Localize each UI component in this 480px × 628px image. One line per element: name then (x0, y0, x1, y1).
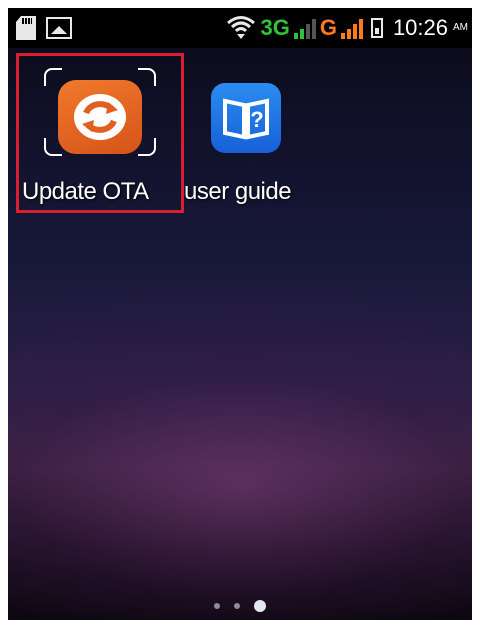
page-indicator[interactable] (8, 592, 472, 620)
book-question-icon: ? (223, 98, 269, 140)
user-guide-label: user guide (184, 178, 292, 205)
home-screen: 3G G 10:26 AM Update OTA ? user guide (8, 8, 472, 620)
wifi-icon (227, 16, 256, 39)
update-ota-label: Update OTA (22, 178, 149, 205)
network-g-label: G (319, 15, 337, 40)
page-dot[interactable] (214, 603, 220, 609)
user-guide-app-icon[interactable]: ? (211, 83, 281, 153)
update-ota-app-icon[interactable] (58, 80, 142, 154)
signal-icon (340, 17, 363, 39)
page-dot-active[interactable] (254, 600, 266, 612)
status-am-pm: AM (453, 22, 468, 33)
sd-card-icon (16, 16, 36, 40)
svg-text:?: ? (250, 107, 263, 132)
page-dot[interactable] (234, 603, 240, 609)
signal-icon (293, 17, 316, 39)
network-3g-label: 3G (260, 15, 290, 40)
status-bar: 3G G 10:26 AM (8, 8, 472, 48)
status-clock: 10:26 (392, 15, 448, 40)
image-icon (46, 17, 72, 39)
refresh-icon (74, 94, 126, 140)
battery-icon (370, 18, 383, 38)
